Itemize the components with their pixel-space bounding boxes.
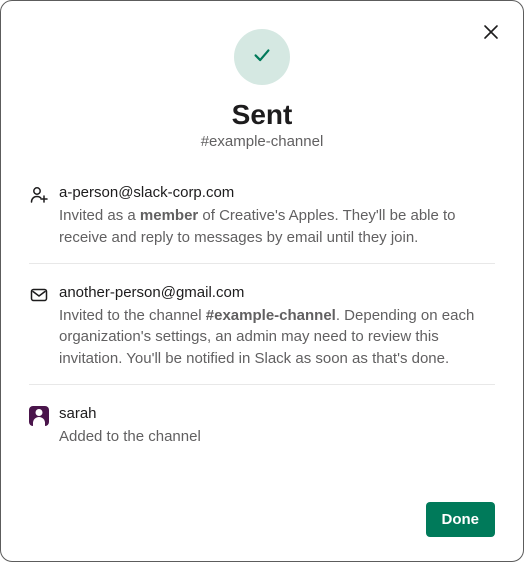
modal-footer: Done bbox=[29, 490, 495, 537]
mail-icon bbox=[29, 285, 49, 305]
close-button[interactable] bbox=[479, 21, 503, 45]
check-icon bbox=[251, 44, 273, 71]
invite-description: Invited to the channel #example-channel.… bbox=[59, 305, 495, 370]
close-icon bbox=[483, 24, 499, 43]
invite-description: Invited as a member of Creative's Apples… bbox=[59, 205, 495, 249]
invite-sent-modal: Sent #example-channel a-person@slack-cor… bbox=[0, 0, 524, 562]
invite-item: sarah Added to the channel bbox=[29, 399, 495, 462]
user-avatar bbox=[29, 406, 49, 426]
modal-subtitle: #example-channel bbox=[201, 133, 324, 150]
divider bbox=[29, 263, 495, 264]
invite-description: Added to the channel bbox=[59, 426, 495, 448]
done-button[interactable]: Done bbox=[426, 502, 496, 537]
modal-header: Sent #example-channel bbox=[29, 29, 495, 150]
invite-email: another-person@gmail.com bbox=[59, 284, 495, 301]
invite-item: a-person@slack-corp.com Invited as a mem… bbox=[29, 178, 495, 263]
invite-username: sarah bbox=[59, 405, 495, 422]
divider bbox=[29, 384, 495, 385]
modal-title: Sent bbox=[232, 99, 293, 131]
person-add-icon bbox=[29, 185, 49, 205]
invite-email: a-person@slack-corp.com bbox=[59, 184, 495, 201]
success-check-circle bbox=[234, 29, 290, 85]
invite-list: a-person@slack-corp.com Invited as a mem… bbox=[29, 178, 495, 490]
invite-item: another-person@gmail.com Invited to the … bbox=[29, 278, 495, 384]
